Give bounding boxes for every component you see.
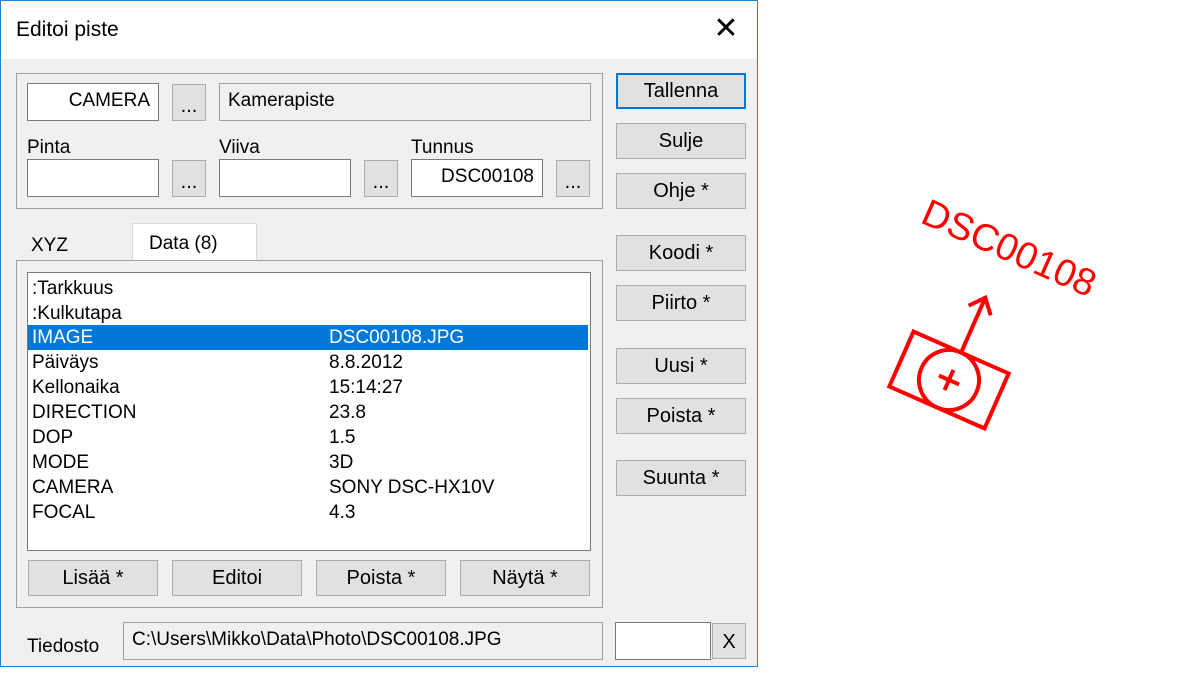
list-item[interactable]: :Kulkutapa — [28, 301, 588, 326]
list-item-value: 15:14:27 — [329, 377, 403, 398]
point-label-text: DSC00108 — [915, 192, 1102, 306]
list-item-key: DOP — [32, 427, 74, 448]
tunnus-browse-button[interactable]: ... — [556, 160, 590, 197]
pinta-field[interactable] — [27, 159, 159, 197]
dialog-title: Editoi piste — [16, 18, 119, 41]
pinta-browse-button[interactable]: ... — [172, 160, 206, 197]
list-item-key: IMAGE — [32, 327, 94, 348]
delete-row-button[interactable]: Poista * — [316, 560, 446, 596]
edit-row-button[interactable]: Editoi — [172, 560, 302, 596]
file-extra-field[interactable] — [615, 622, 711, 660]
list-item[interactable]: CAMERA SONY DSC-HX10V — [28, 475, 588, 500]
point-preview-svg: DSC00108 — [886, 192, 1102, 432]
camera-point-symbol-icon — [886, 294, 1012, 432]
list-item-value: 8.8.2012 — [329, 352, 403, 373]
clear-file-button[interactable]: X — [712, 623, 746, 659]
list-item-value: 3D — [329, 452, 354, 473]
save-button[interactable]: Tallenna — [616, 73, 746, 109]
list-item-value: SONY DSC-HX10V — [329, 477, 495, 498]
data-list[interactable]: :Tarkkuus :Kulkutapa IMAGE DSC00108.JPG P… — [27, 272, 591, 551]
file-path-field: C:\Users\Mikko\Data\Photo\DSC00108.JPG — [123, 622, 603, 660]
list-item[interactable]: DOP 1.5 — [28, 425, 588, 450]
tab-xyz[interactable]: XYZ — [31, 235, 68, 257]
help-button[interactable]: Ohje * — [616, 173, 746, 209]
list-item-key: :Tarkkuus — [32, 278, 114, 299]
list-item[interactable]: Päiväys 8.8.2012 — [28, 350, 588, 375]
viiva-browse-button[interactable]: ... — [364, 160, 398, 197]
list-item-key: DIRECTION — [32, 402, 137, 423]
list-item-selected[interactable]: IMAGE DSC00108.JPG — [28, 325, 588, 350]
viiva-field[interactable] — [219, 159, 351, 197]
new-button[interactable]: Uusi * — [616, 348, 746, 384]
list-item-key: CAMERA — [32, 477, 114, 498]
list-item-value: DSC00108.JPG — [329, 327, 465, 348]
list-item[interactable]: DIRECTION 23.8 — [28, 400, 588, 425]
point-preview-canvas: DSC00108 — [759, 0, 1200, 669]
delete-point-button[interactable]: Poista * — [616, 398, 746, 434]
tunnus-label: Tunnus — [411, 137, 474, 158]
list-item-key: Päiväys — [32, 352, 99, 373]
draw-button[interactable]: Piirto * — [616, 285, 746, 321]
code-browse-button[interactable]: ... — [172, 84, 206, 121]
file-label: Tiedosto — [27, 636, 100, 657]
title-bar: Editoi piste ✕ — [1, 1, 757, 59]
list-item-value: 1.5 — [329, 427, 356, 448]
list-item-key: :Kulkutapa — [32, 303, 122, 324]
close-icon[interactable]: ✕ — [701, 7, 751, 51]
list-item-value: 23.8 — [329, 402, 366, 423]
code-description: Kamerapiste — [219, 83, 591, 121]
list-item[interactable]: Kellonaika 15:14:27 — [28, 375, 588, 400]
show-row-button[interactable]: Näytä * — [460, 560, 590, 596]
direction-button[interactable]: Suunta * — [616, 460, 746, 496]
tunnus-field[interactable]: DSC00108 — [411, 159, 543, 197]
code-field[interactable]: CAMERA — [27, 83, 159, 121]
tab-data[interactable]: Data (8) — [132, 223, 257, 261]
list-item[interactable]: MODE 3D — [28, 450, 588, 475]
edit-point-dialog: Editoi piste ✕ CAMERA ... Kamerapiste Pi… — [0, 0, 758, 667]
add-row-button[interactable]: Lisää * — [28, 560, 158, 596]
list-item-key: Kellonaika — [32, 377, 120, 398]
list-item-key: MODE — [32, 452, 89, 473]
code-button[interactable]: Koodi * — [616, 235, 746, 271]
list-item[interactable]: FOCAL 4.3 — [28, 500, 588, 525]
list-item-key: FOCAL — [32, 502, 96, 523]
list-item[interactable]: :Tarkkuus — [28, 276, 588, 301]
list-item-value: 4.3 — [329, 502, 356, 523]
close-button[interactable]: Sulje — [616, 123, 746, 159]
viiva-label: Viiva — [219, 137, 260, 158]
pinta-label: Pinta — [27, 137, 71, 158]
